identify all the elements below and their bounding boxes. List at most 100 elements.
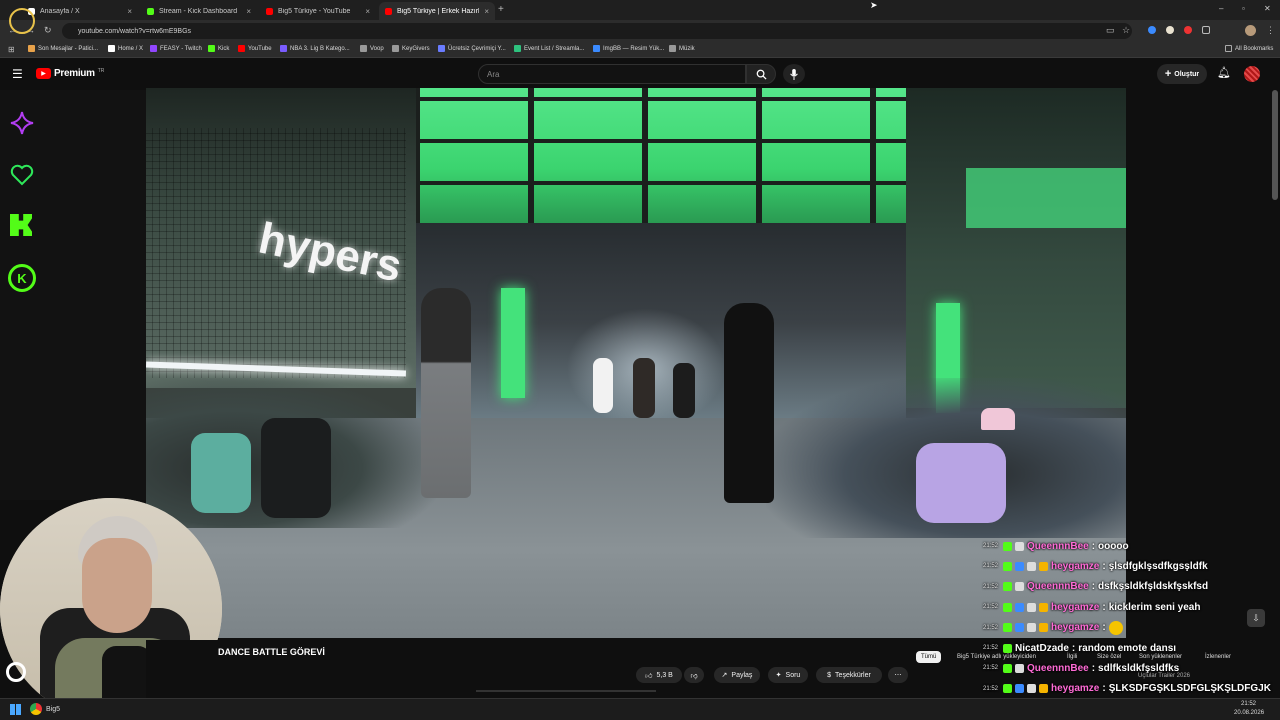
dislike-button[interactable]: 👎︎ <box>684 667 704 683</box>
chat-text: random emote dansı <box>1078 642 1177 654</box>
browser-tab[interactable]: Big5 Türkiye - YouTube × <box>260 2 376 20</box>
bookmark-label: NBA 3. Lig B Katego... <box>290 45 350 52</box>
tab-close-icon[interactable]: × <box>127 7 132 16</box>
chat-badge-icon <box>1003 663 1013 673</box>
tab-close-icon[interactable]: × <box>246 7 251 16</box>
menu-dots-icon[interactable]: ⋮ <box>1266 25 1275 36</box>
share-button[interactable]: ↗ Paylaş <box>714 667 760 683</box>
bookmark-favicon-icon <box>108 45 115 52</box>
page-scrollbar[interactable] <box>1272 90 1278 200</box>
like-button[interactable]: 👍︎ 5,3 B <box>636 667 682 683</box>
bookmark-item[interactable]: Müzik <box>669 45 695 52</box>
taskbar-app-chrome[interactable]: Big5 <box>30 703 60 715</box>
browser-tab[interactable]: Stream - Kick Dashboard × <box>141 2 257 20</box>
progress-track[interactable] <box>476 690 656 692</box>
player-watermark-icon <box>6 662 26 682</box>
chat-text: şlsdfgklşsdfkgsşldfk <box>1108 560 1208 572</box>
youtube-logo[interactable]: ▶ Premium TR <box>36 68 104 79</box>
stream-overlay-button[interactable]: ⇩ <box>1247 609 1265 627</box>
green-neon-left <box>501 288 525 398</box>
chat-text: dsfkşsldkfşldskfşskfsd <box>1098 581 1209 593</box>
folder-icon <box>1225 45 1232 52</box>
chat-message: 21:52 QueennnBee : dsfkşsldkfşldskfşskfsd <box>983 578 1208 596</box>
chat-time: 21:52 <box>983 685 999 692</box>
address-input[interactable]: youtube.com/watch?v=rtw6mE9BGs <box>62 23 1132 39</box>
bookmark-label: Müzik <box>679 45 695 52</box>
person-dark <box>261 418 331 518</box>
thumbs-down-icon: 👎︎ <box>690 672 698 680</box>
bookmark-item[interactable]: KeyGivers <box>392 45 430 52</box>
chat-badge-icon <box>1015 541 1025 551</box>
bookmark-label: Kick <box>218 45 230 52</box>
browser-tab[interactable]: Anasayfa / X × <box>22 2 138 20</box>
bookmark-item[interactable]: FEASY - Twitch <box>150 45 202 52</box>
taskbar-app-label: Big5 <box>46 705 61 713</box>
chat-badge-icon <box>1003 541 1013 551</box>
windows-taskbar: Big5 21:52 20.08.2026 <box>0 698 1280 720</box>
close-window-button[interactable]: ✕ <box>1264 4 1271 13</box>
tab-close-icon[interactable]: × <box>484 7 489 16</box>
chip[interactable]: Tümü <box>916 651 942 663</box>
reload-icon[interactable]: ↻ <box>44 25 52 36</box>
bookmark-item[interactable]: Voop <box>360 45 384 52</box>
extension-icon[interactable] <box>1148 26 1156 34</box>
restore-button[interactable]: ▫ <box>1242 4 1245 13</box>
profile-avatar[interactable] <box>1245 25 1256 36</box>
bookmark-star-icon[interactable]: ☆ <box>1122 25 1130 36</box>
heart-icon <box>10 164 34 186</box>
chat-badge-icon <box>1003 684 1013 694</box>
thanks-button[interactable]: $ Teşekkürler <box>816 667 882 683</box>
chat-badge-icon <box>1003 602 1013 612</box>
chat-separator: : <box>1091 581 1096 593</box>
chat-separator: : <box>1102 622 1106 634</box>
bookmark-item[interactable]: Home / X <box>108 45 143 52</box>
share-icon: ↗ <box>721 672 728 679</box>
chat-time: 21:52 <box>983 665 999 672</box>
chat-badge-icon <box>1027 684 1037 694</box>
extension-icon[interactable] <box>1184 26 1192 34</box>
voice-search-button[interactable] <box>783 64 805 84</box>
all-bookmarks-link[interactable]: All Bookmarks <box>1225 45 1273 52</box>
create-button[interactable]: + Oluştur <box>1157 64 1207 84</box>
chat-username: QueennnBee <box>1027 581 1089 593</box>
windows-start-icon[interactable] <box>10 704 21 715</box>
bookmark-label: Home / X <box>118 45 144 52</box>
bookmark-item[interactable]: ImgBB — Resim Yük... <box>593 45 664 52</box>
bookmark-label: ImgBB — Resim Yük... <box>603 45 665 52</box>
browser-tab[interactable]: Big5 Türkiye | Erkek Hazırl... × <box>379 2 495 20</box>
dancer-left <box>421 288 471 498</box>
bookmark-item[interactable]: Event List / Streamla... <box>514 45 584 52</box>
chat-time: 21:52 <box>983 583 999 590</box>
tab-close-icon[interactable]: × <box>365 7 370 16</box>
account-avatar[interactable] <box>1244 66 1260 82</box>
chat-message: 21:52 QueennnBee : sdlfksldkfşsldfks <box>983 659 1179 677</box>
bookmark-item[interactable]: Ücretsiz Çevrimiçi Y... <box>438 45 506 52</box>
bookmark-item[interactable]: Kick <box>208 45 229 52</box>
search-input[interactable]: Ara <box>478 64 746 84</box>
url-text: youtube.com/watch?v=rtw6mE9BGs <box>78 27 192 35</box>
create-label: Oluştur <box>1174 70 1200 78</box>
ask-button[interactable]: ✦ Soru <box>768 667 808 683</box>
more-actions-button[interactable]: ⋯ <box>888 667 908 683</box>
video-player[interactable]: hypers <box>146 88 1126 638</box>
notifications-bell-icon[interactable]: 🔔︎ <box>1217 66 1231 79</box>
apps-grid-icon[interactable]: ⊞ <box>8 45 15 54</box>
judge-3 <box>673 363 695 418</box>
chat-username: QueennnBee <box>1027 662 1089 674</box>
bookmark-favicon-icon <box>238 45 245 52</box>
chip[interactable]: İzlenenler <box>1200 651 1236 663</box>
new-tab-button[interactable]: + <box>498 4 504 15</box>
bookmark-item[interactable]: Son Mesajlar - Patici... <box>28 45 98 52</box>
microphone-icon <box>790 68 798 80</box>
video-info-bar: DANCE BATTLE GÖREVİ 👍︎ 5,3 B 👎︎ ↗ Paylaş… <box>146 640 980 698</box>
search-button[interactable] <box>746 64 776 84</box>
bookmark-item[interactable]: YouTube <box>238 45 272 52</box>
bookmark-item[interactable]: NBA 3. Lig B Katego... <box>280 45 350 52</box>
extensions-puzzle-icon[interactable] <box>1202 26 1210 34</box>
cast-icon[interactable]: ▭ <box>1106 25 1115 36</box>
chat-message: 21:52 heygamze : şlsdfgklşsdfkgsşldfk <box>983 557 1208 575</box>
minimize-button[interactable]: – <box>1219 4 1223 13</box>
hamburger-menu-icon[interactable]: ☰ <box>12 67 23 81</box>
extension-icon[interactable] <box>1166 26 1174 34</box>
chat-message: 21:52 QueennnBee : ooooo <box>983 537 1129 555</box>
